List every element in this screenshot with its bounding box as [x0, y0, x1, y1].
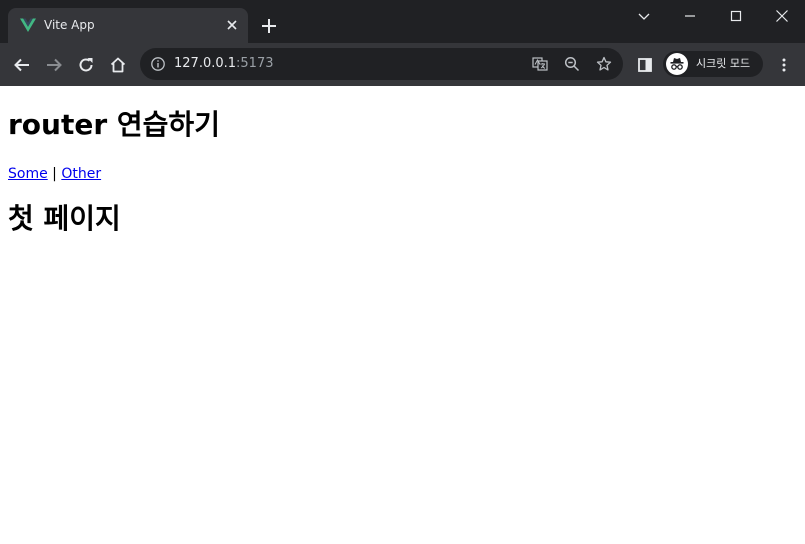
- bookmark-star-icon[interactable]: [596, 56, 612, 72]
- router-nav: Some | Other: [8, 165, 101, 183]
- url-text[interactable]: 127.0.0.1:5173: [174, 56, 274, 72]
- forward-icon[interactable]: [40, 51, 68, 79]
- translate-icon[interactable]: [532, 56, 548, 72]
- address-bar[interactable]: 127.0.0.1:5173: [140, 48, 623, 80]
- tab-strip: Vite App: [0, 0, 805, 43]
- tab-title: Vite App: [44, 18, 95, 32]
- home-icon[interactable]: [104, 51, 132, 79]
- other-link[interactable]: Other: [61, 166, 101, 182]
- minimize-icon[interactable]: [667, 0, 713, 32]
- back-icon[interactable]: [8, 51, 36, 79]
- close-tab-icon[interactable]: [224, 17, 240, 33]
- side-panel-icon[interactable]: [631, 51, 659, 79]
- nav-separator: |: [47, 166, 62, 182]
- site-info-icon[interactable]: [150, 56, 166, 72]
- tab-search-icon[interactable]: [621, 0, 667, 32]
- vue-logo-icon: [20, 17, 36, 33]
- url-host: 127.0.0.1: [174, 56, 237, 71]
- menu-kebab-icon[interactable]: [770, 51, 798, 79]
- zoom-out-icon[interactable]: [564, 56, 580, 72]
- maximize-icon[interactable]: [713, 0, 759, 32]
- profile-label: 시크릿 모드: [696, 57, 751, 70]
- page-title: router 연습하기: [8, 108, 220, 141]
- new-tab-icon[interactable]: [258, 15, 280, 37]
- incognito-profile-chip[interactable]: 시크릿 모드: [663, 51, 763, 77]
- reload-icon[interactable]: [72, 51, 100, 79]
- url-port: :5173: [236, 56, 274, 71]
- incognito-icon: [666, 53, 688, 75]
- browser-toolbar: 127.0.0.1:5173 시크릿 모드: [0, 43, 805, 86]
- some-link[interactable]: Some: [8, 166, 48, 182]
- page-viewport: router 연습하기 Some | Other 첫 페이지: [0, 86, 805, 544]
- browser-tab[interactable]: Vite App: [8, 8, 248, 43]
- close-window-icon[interactable]: [759, 0, 805, 32]
- router-view-title: 첫 페이지: [8, 202, 121, 235]
